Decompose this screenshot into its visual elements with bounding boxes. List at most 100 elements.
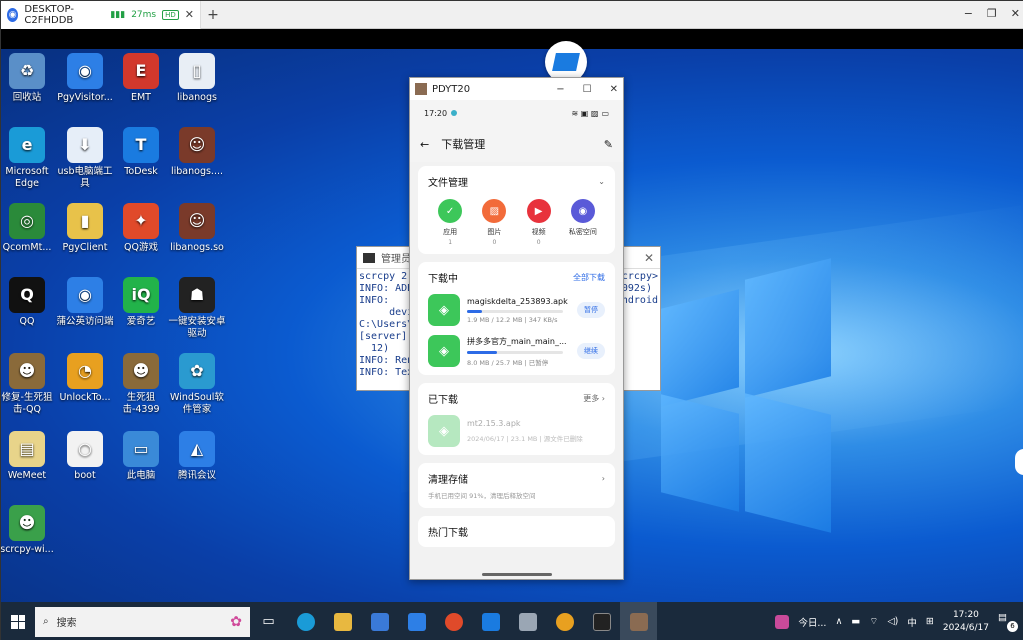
desktop-icon-glyph-icon: ▯ [179,53,215,89]
status-app-icon [451,110,458,116]
desktop-icon[interactable]: Q QQ [1,277,57,328]
desktop-icon-glyph-icon: ◎ [9,203,45,239]
file-category-label: 应用 [443,228,458,236]
mail-taskbar-icon[interactable] [398,602,435,640]
hd-badge[interactable]: HD [162,9,179,20]
download-name: magiskdelta_253893.apk [467,296,568,306]
edge-taskbar-icon[interactable] [287,602,324,640]
phone-minimize-button[interactable]: − [556,84,564,95]
new-tab-button[interactable]: + [201,7,225,23]
desktop-icon[interactable]: ✦ QQ游戏 [111,203,171,254]
desktop-icon-label: WeMeet [7,470,47,481]
cmd-line: 12) [359,343,390,354]
collapse-chevron-icon[interactable]: ⌄ [598,177,605,186]
ime-mode-icon[interactable]: ⊞ [926,616,934,627]
store-taskbar-icon[interactable] [361,602,398,640]
signal-icon: ▮▮▮ [110,9,126,20]
app-header: ← 下载管理 ✎ [410,126,623,162]
desktop-icon-label: 爱奇艺 [126,316,156,327]
desktop-icon[interactable]: ◎ QcomMt... [1,203,57,254]
taskbar-search[interactable]: ⌕ 搜索 ✿ [35,606,250,637]
ime-indicator[interactable]: 中 [907,615,917,629]
desktop-icon[interactable]: ☻ 生死狙击-4399 [111,353,171,416]
file-category-2[interactable]: ▶ 视频 0 [519,199,559,246]
network-tool-taskbar-icon[interactable] [509,602,546,640]
phone-maximize-button[interactable]: ☐ [583,84,592,95]
desktop-icon-glyph-icon: ☺ [179,127,215,163]
minimize-window-button[interactable]: − [964,7,973,20]
desktop-icon[interactable]: E EMT [111,53,171,104]
scrcpy-phone-window[interactable]: PDYT20 − ☐ ✕ 17:20 ≋ ▣ ▨ ▭ ← 下载管理 ✎ 文件管理 ⌄… [409,77,624,580]
downloaded-item[interactable]: ◈ mt2.15.3.apk 2024/06/17 | 23.1 MB | 源文件已… [428,415,605,447]
cmd-line: scrcpy 2. [359,271,414,282]
desktop-icon[interactable]: ▭ 此电脑 [111,431,171,482]
desktop-icon[interactable]: ◉ 蒲公英访问端 [55,277,115,328]
desktop-icon[interactable]: ▯ libanogs [167,53,227,104]
desktop-icon[interactable]: ☗ 一键安装安卓驱动 [167,277,227,340]
desktop-icon[interactable]: ⬇ usb电脑端工具 [55,127,115,190]
tray-app-icon[interactable]: ▬ [851,616,860,627]
desktop-icon[interactable]: ▤ WeMeet [1,431,57,482]
desktop-icon-label: scrcpy-wi... [1,544,54,555]
file-category-1[interactable]: ▨ 图片 0 [474,199,514,246]
desktop-icon[interactable]: T ToDesk [111,127,171,178]
maximize-window-button[interactable]: ❐ [987,7,997,20]
desktop-icon[interactable]: ☺ libanogs.so [167,203,227,254]
download-action-button[interactable]: 暂停 [577,302,605,318]
remote-titlebar: ◉ DESKTOP-C2FHDDB ▮▮▮ 27ms HD ✕ + − ❐ ✕ [1,0,1023,29]
gesture-bar[interactable] [482,573,552,576]
more-button[interactable]: 更多 › [583,393,605,404]
desktop-icon[interactable]: ☻ scrcpy-wi... [1,505,57,556]
scrcpy-taskbar-icon[interactable] [620,602,657,640]
qq-game-taskbar-icon[interactable] [435,602,472,640]
taskbar-clock[interactable]: 17:20 2024/6/17 [943,609,989,635]
tray-chevron-icon[interactable]: ∧ [835,616,842,627]
desktop-icon[interactable]: ▮ PgyClient [55,203,115,254]
network-icon[interactable]: ⌔ [869,616,878,627]
cmd-output-right: crcpy> 092s) ndroid [620,269,660,381]
hot-downloads-card[interactable]: 热门下载 [418,516,615,547]
desktop-icon-label: usb电脑端工具 [57,166,113,189]
download-action-button[interactable]: 继续 [577,343,605,359]
download-meta: 1.9 MB / 12.2 MB | 347 KB/s [467,315,558,324]
download-item[interactable]: ◈ 拼多多官方_main_main_... 8.0 MB / 25.7 MB | 已… [428,335,605,367]
volume-icon[interactable]: ◁) [887,616,898,627]
desktop-icon-label: libanogs [177,92,217,103]
desktop-icon[interactable]: ☺ libanogs.... [167,127,227,178]
task-view-icon[interactable]: ▭ [250,602,287,640]
news-widget-icon[interactable] [775,614,790,629]
notification-center-icon[interactable]: ▤ 6 [998,612,1018,632]
remote-session-tab[interactable]: ◉ DESKTOP-C2FHDDB ▮▮▮ 27ms HD ✕ [1,0,201,29]
desktop-icon[interactable]: iQ 爱奇艺 [111,277,171,328]
file-explorer-taskbar-icon[interactable] [324,602,361,640]
side-panel-toggle[interactable] [1015,449,1023,475]
download-meta: 8.0 MB / 25.7 MB | 已暂停 [467,358,549,367]
close-tab-icon[interactable]: ✕ [185,8,194,21]
desktop-icon[interactable]: ☻ 修复-生死狙击-QQ [1,353,57,416]
todesk-taskbar-icon[interactable] [472,602,509,640]
desktop-icon[interactable]: ◭ 腾讯会议 [167,431,227,482]
edit-icon[interactable]: ✎ [604,138,613,151]
start-button[interactable] [1,602,35,640]
phone-close-button[interactable]: ✕ [610,84,618,95]
terminal-taskbar-icon[interactable] [583,602,620,640]
cleanup-subtitle: 手机已用空间 91%，清理后释放空间 [428,492,536,500]
file-category-3[interactable]: ◉ 私密空间 [563,199,603,246]
unlock-tool-taskbar-icon[interactable] [546,602,583,640]
cmd-close-icon[interactable]: ✕ [644,251,654,265]
download-item[interactable]: ◈ magiskdelta_253893.apk 1.9 MB / 12.2 MB … [428,294,605,326]
desktop-icon[interactable]: ◉ PgyVisitor... [55,53,115,104]
desktop-icon[interactable]: ○ boot [55,431,115,482]
download-all-button[interactable]: 全部下载 [573,272,605,283]
desktop-icon[interactable]: ✿ WindSoul软件管家 [167,353,227,416]
desktop-icon-glyph-icon: E [123,53,159,89]
close-window-button[interactable]: ✕ [1011,7,1020,20]
file-category-0[interactable]: ✓ 应用 1 [430,199,470,246]
desktop-icon[interactable]: ♻ 回收站 [1,53,57,104]
back-arrow-icon[interactable]: ← [420,138,429,151]
desktop-icon[interactable]: e Microsoft Edge [1,127,57,190]
desktop-icon[interactable]: ◔ UnlockTo... [55,353,115,404]
cleanup-card[interactable]: 清理存储 › 手机已用空间 91%，清理后释放空间 [418,463,615,508]
download-name: 拼多多官方_main_main_... [467,336,567,346]
news-widget-label[interactable]: 今日... [798,615,826,629]
